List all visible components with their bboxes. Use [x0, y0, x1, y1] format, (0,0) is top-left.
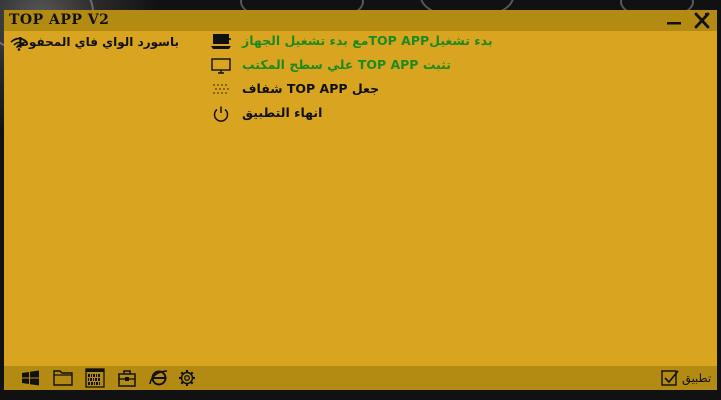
toolbox-button[interactable] — [116, 368, 138, 388]
apply-button[interactable]: تطبيق — [660, 368, 716, 388]
close-icon — [692, 11, 712, 30]
transparency-option[interactable]: جعل TOP APP شفاف — [210, 80, 480, 100]
desktop-shortcut-option[interactable]: تثبت TOP APP علي سطح المكتب — [210, 56, 480, 76]
minimize-icon — [664, 11, 684, 30]
computer-startup-icon — [210, 33, 232, 51]
startup-option[interactable]: بدء تشغيلTOP APPمع بدء تشغيل الجهاز — [210, 32, 493, 52]
transparency-icon — [210, 81, 232, 99]
monitor-icon — [210, 57, 232, 75]
minimize-button[interactable] — [664, 11, 684, 30]
close-button[interactable] — [692, 11, 712, 30]
exit-app-label: انهاء التطبيق — [242, 105, 323, 120]
folder-icon — [52, 368, 74, 388]
binary-file-icon — [84, 368, 106, 388]
wifi-label: باسورد الواي فاي المحفوظ — [16, 35, 180, 49]
windows-icon — [20, 368, 42, 388]
binary-file-button[interactable] — [84, 368, 106, 388]
settings-button[interactable] — [176, 368, 198, 388]
title-bar: TOP APP V2 — [4, 10, 717, 31]
window-title: TOP APP V2 — [9, 12, 110, 28]
internet-explorer-button[interactable] — [148, 368, 170, 388]
toolbox-icon — [116, 368, 138, 388]
saved-wifi-passwords-link[interactable]: باسورد الواي فاي المحفوظ — [10, 34, 185, 52]
gear-icon — [176, 368, 198, 388]
folder-button[interactable] — [52, 368, 74, 388]
power-icon — [210, 105, 232, 123]
desktop-shortcut-label: تثبت TOP APP علي سطح المكتب — [242, 57, 451, 72]
checkbox-icon — [660, 369, 680, 391]
exit-app-option[interactable]: انهاء التطبيق — [210, 104, 480, 124]
startup-option-label: بدء تشغيلTOP APPمع بدء تشغيل الجهاز — [242, 33, 493, 48]
windows-button[interactable] — [20, 368, 42, 388]
bottom-toolbar: تطبيق — [4, 366, 717, 390]
apply-label: تطبيق — [682, 371, 712, 385]
internet-explorer-icon — [148, 368, 170, 388]
transparency-label: جعل TOP APP شفاف — [242, 81, 380, 96]
app-window: TOP APP V2 باسورد الواي فاي المحفوظ بدء … — [4, 10, 717, 390]
